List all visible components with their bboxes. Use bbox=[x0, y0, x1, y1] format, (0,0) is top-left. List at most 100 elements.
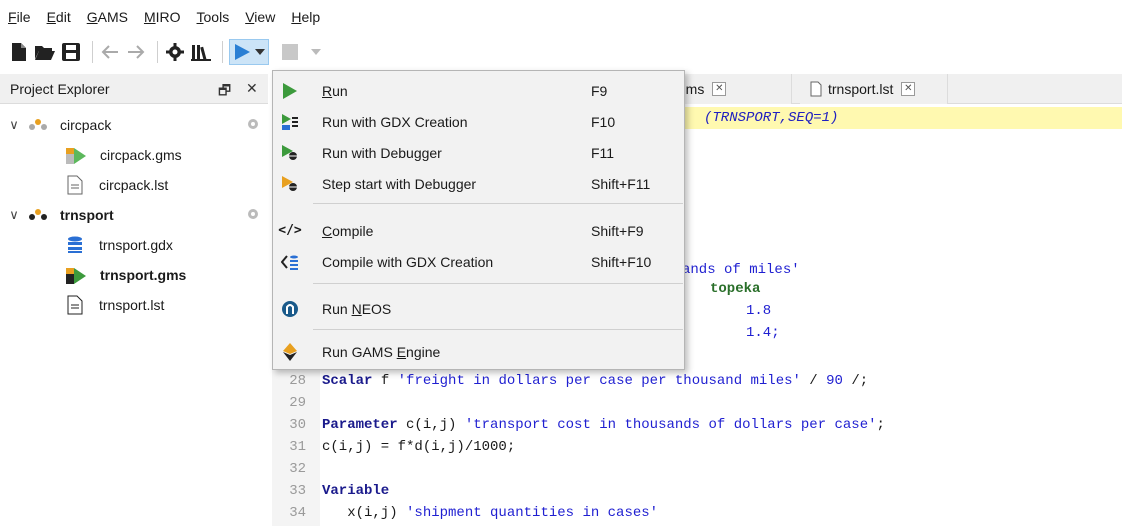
tab-trnsport-lst[interactable]: trnsport.lst ✕ bbox=[800, 74, 948, 104]
toolbar-separator bbox=[222, 41, 223, 63]
tree-item-file[interactable]: circpack.lst bbox=[0, 171, 268, 199]
menu-gams[interactable]: GAMS bbox=[87, 9, 128, 25]
toolbar-separator bbox=[92, 41, 93, 63]
menu-help-label: elp bbox=[301, 8, 321, 25]
line-number: 33 bbox=[289, 483, 306, 499]
line-number: 32 bbox=[289, 461, 306, 477]
float-panel-icon[interactable]: 🗗 bbox=[218, 80, 231, 104]
chevron-down-icon[interactable]: ∨ bbox=[6, 207, 22, 223]
line-number: 34 bbox=[289, 505, 306, 521]
menu-item-run-gdx[interactable]: Run with GDX Creation F10 bbox=[273, 106, 684, 137]
save-icon[interactable] bbox=[60, 40, 82, 64]
new-file-icon[interactable] bbox=[8, 40, 30, 64]
compile-gdx-icon bbox=[279, 251, 301, 273]
lst-file-icon bbox=[67, 295, 83, 315]
menu-item-step-debugger[interactable]: Step start with Debugger Shift+F11 bbox=[273, 168, 684, 199]
menu-separator bbox=[313, 283, 683, 284]
menu-separator bbox=[313, 203, 683, 204]
dropdown-arrow-icon[interactable] bbox=[305, 40, 327, 64]
menu-item-mnemonic: R bbox=[322, 82, 333, 99]
settings-gear-icon[interactable] bbox=[164, 40, 186, 64]
menu-item-label-rest: ngine bbox=[406, 343, 441, 360]
menu-item-run-gams-engine[interactable]: Run GAMS Engine bbox=[273, 336, 684, 367]
menu-item-shortcut: Shift+F11 bbox=[591, 175, 651, 192]
run-gdx-icon bbox=[279, 111, 301, 133]
step-debugger-icon bbox=[279, 173, 301, 195]
menu-edit[interactable]: Edit bbox=[47, 9, 71, 25]
gear-icon[interactable] bbox=[245, 206, 261, 225]
menu-item-run-debugger[interactable]: Run with Debugger F11 bbox=[273, 137, 684, 168]
gear-icon[interactable] bbox=[245, 116, 261, 135]
close-icon[interactable]: ✕ bbox=[712, 82, 727, 96]
menu-separator bbox=[313, 329, 683, 330]
stop-icon[interactable] bbox=[279, 40, 301, 64]
dropdown-arrow-icon[interactable] bbox=[255, 49, 265, 55]
project-explorer: Project Explorer 🗗 ✕ ∨ circpack circpack… bbox=[0, 74, 268, 526]
menu-item-mnemonic: N bbox=[351, 300, 362, 317]
keyword: Variable bbox=[322, 483, 390, 499]
menu-view-mnemonic: V bbox=[245, 8, 255, 25]
gdx-database-icon bbox=[67, 236, 83, 254]
library-icon[interactable] bbox=[190, 40, 212, 64]
back-arrow-icon[interactable] bbox=[99, 40, 121, 64]
menu-file-label: ile bbox=[16, 8, 31, 25]
menu-view[interactable]: View bbox=[245, 9, 275, 25]
menu-item-compile-gdx[interactable]: Compile with GDX Creation Shift+F10 bbox=[273, 246, 684, 277]
menu-item-compile[interactable]: </> Compile Shift+F9 bbox=[273, 215, 684, 246]
forward-arrow-icon[interactable] bbox=[125, 40, 147, 64]
line-number: 31 bbox=[289, 439, 306, 455]
run-dropdown-menu: Run F9 Run with GDX Creation F10 Run wit… bbox=[272, 70, 685, 370]
string-literal: 'freight in dollars per case per thousan… bbox=[397, 373, 801, 389]
neos-icon bbox=[279, 298, 301, 320]
code-text: ; bbox=[876, 417, 885, 433]
menu-item-label: Run NEOS bbox=[322, 301, 391, 317]
menu-item-shortcut: Shift+F10 bbox=[591, 253, 652, 270]
menu-item-label: Run GAMS Engine bbox=[322, 344, 440, 360]
menu-file[interactable]: File bbox=[8, 9, 31, 25]
menu-help[interactable]: Help bbox=[291, 9, 320, 25]
open-folder-icon[interactable] bbox=[34, 40, 56, 64]
project-explorer-title: Project Explorer bbox=[10, 80, 110, 97]
toolbar-separator bbox=[157, 41, 158, 63]
menu-item-shortcut: F11 bbox=[591, 144, 615, 161]
menu-miro-label: IRO bbox=[155, 8, 181, 25]
tree-item-file[interactable]: trnsport.lst bbox=[0, 291, 268, 319]
tree-item-project[interactable]: ∨ trnsport bbox=[0, 201, 268, 229]
chevron-down-icon[interactable]: ∨ bbox=[6, 117, 22, 133]
tree-item-file[interactable]: trnsport.gdx bbox=[0, 231, 268, 259]
run-button-group[interactable] bbox=[229, 39, 269, 65]
run-play-icon[interactable] bbox=[233, 43, 251, 61]
menu-item-shortcut: F9 bbox=[591, 82, 608, 99]
code-text: / bbox=[800, 373, 827, 389]
code-text: c(i,j) = f*d(i,j)/1000; bbox=[322, 439, 516, 455]
close-icon[interactable]: ✕ bbox=[901, 82, 916, 96]
menu-miro[interactable]: MIRO bbox=[144, 9, 181, 25]
project-dots-icon bbox=[28, 208, 48, 222]
tree-item-project[interactable]: ∨ circpack bbox=[0, 111, 268, 139]
run-debugger-icon bbox=[279, 142, 301, 164]
menu-item-label: Run with Debugger bbox=[322, 144, 442, 161]
tree-item-file[interactable]: circpack.gms bbox=[0, 141, 268, 169]
menu-miro-mnemonic: M bbox=[143, 8, 156, 25]
project-dots-icon bbox=[28, 118, 48, 132]
tree-item-label: trnsport.gms bbox=[100, 267, 187, 283]
toolbar bbox=[0, 36, 1122, 68]
menu-item-run-neos[interactable]: Run NEOS bbox=[273, 293, 684, 324]
code-text: /; bbox=[842, 373, 869, 389]
tree-item-label: trnsport bbox=[60, 207, 114, 223]
tree-item-file-main[interactable]: trnsport.gms bbox=[0, 261, 268, 289]
number-literal: 90 bbox=[826, 373, 843, 389]
menu-view-label: iew bbox=[254, 8, 276, 25]
menu-item-label: Run bbox=[322, 83, 348, 99]
code-text: c(i,j) bbox=[397, 417, 465, 433]
close-panel-icon[interactable]: ✕ bbox=[246, 80, 258, 97]
menu-item-run[interactable]: Run F9 bbox=[273, 75, 684, 106]
gams-engine-icon bbox=[279, 341, 301, 363]
menu-tools[interactable]: Tools bbox=[197, 9, 230, 25]
menu-tools-mnemonic: T bbox=[196, 8, 204, 25]
tree-item-label: circpack bbox=[60, 117, 112, 133]
code-text: x(i,j) bbox=[322, 505, 407, 521]
menu-tools-label: ools bbox=[203, 8, 230, 25]
code-line: 33 Variable bbox=[272, 480, 1122, 502]
lst-file-icon bbox=[810, 81, 822, 97]
